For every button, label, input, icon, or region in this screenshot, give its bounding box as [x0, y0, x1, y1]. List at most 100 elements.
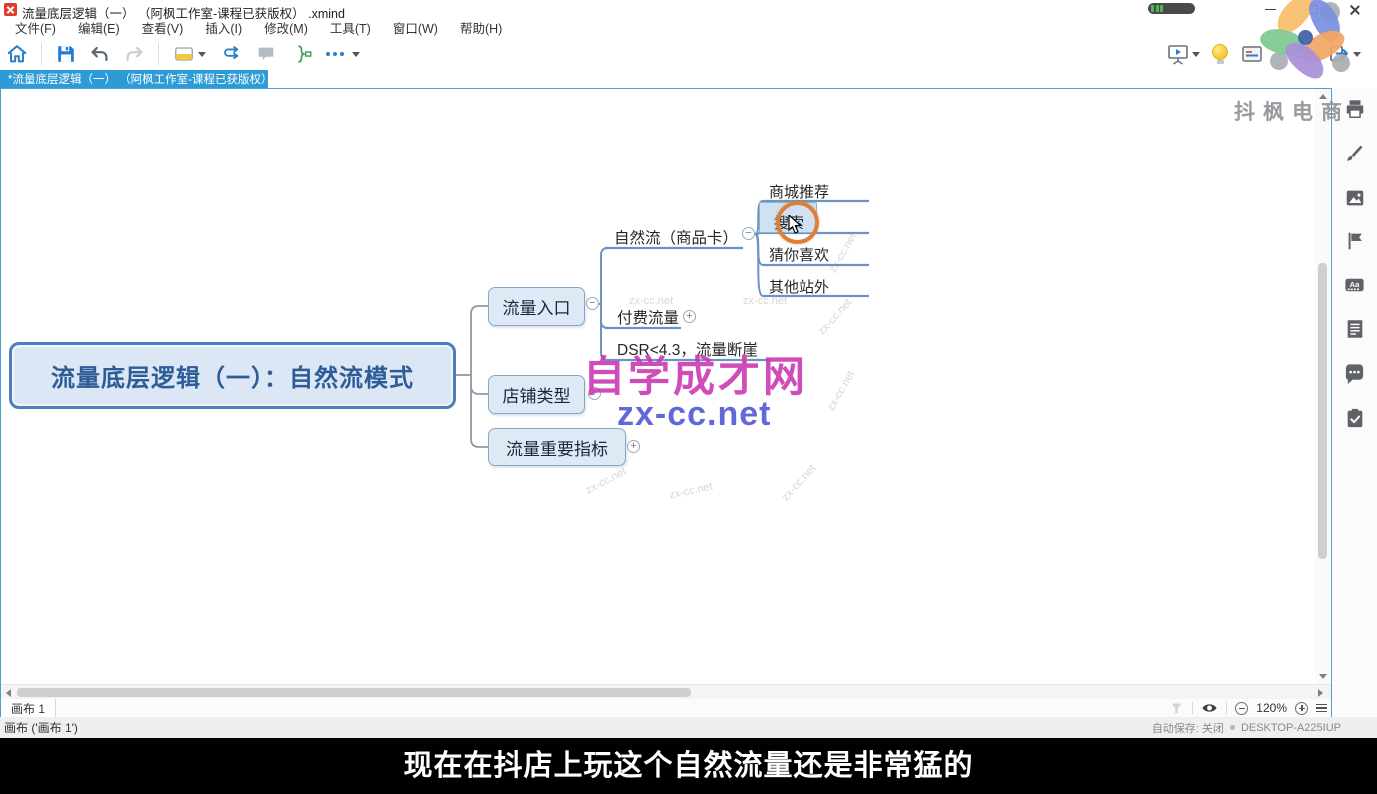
zoom-button[interactable]	[1285, 40, 1321, 68]
filter-icon[interactable]	[1169, 701, 1184, 716]
panel-button[interactable]	[1234, 40, 1270, 68]
chevron-down-icon[interactable]	[1192, 52, 1200, 57]
watermark-brand: 抖枫电商	[1234, 96, 1350, 126]
status-bar: 画布 ('画布 1') 自动保存: 关闭 DESKTOP-A225IUP	[0, 717, 1377, 738]
topic-shop-type[interactable]: 店铺类型	[488, 375, 585, 414]
close-button[interactable]	[1339, 0, 1371, 19]
summary-button[interactable]	[284, 40, 320, 68]
menu-insert[interactable]: 插入(I)	[194, 20, 253, 38]
collapse-toggle[interactable]: −	[586, 297, 599, 310]
autosave-status: 自动保存: 关闭	[1152, 720, 1224, 736]
active-document-tab[interactable]: *流量底层逻辑（一） （阿枫工作室-课程已获版权）	[0, 70, 268, 88]
central-topic[interactable]: 流量底层逻辑（一）：自然流模式	[9, 342, 456, 409]
subtitle-text: 现在在抖店上玩这个自然流量还是非常猛的	[403, 742, 973, 784]
collapse-toggle[interactable]: +	[627, 440, 640, 453]
marker-panel-button[interactable]	[1343, 229, 1366, 252]
minimize-button[interactable]	[1254, 0, 1286, 19]
image-icon	[1344, 187, 1366, 209]
menu-edit[interactable]: 编辑(E)	[67, 20, 131, 38]
paintbrush-icon	[1344, 142, 1366, 164]
svg-text:Aa: Aa	[1350, 280, 1361, 289]
watermark-small: zx-cc.net	[743, 295, 787, 307]
insert-topic-button[interactable]	[166, 40, 212, 68]
save-button[interactable]	[49, 40, 83, 68]
topic-traffic-metrics[interactable]: 流量重要指标	[488, 428, 626, 466]
topic-paid-traffic[interactable]: 付费流量	[617, 306, 679, 328]
sheet-tab-canvas1[interactable]: 画布 1	[1, 699, 56, 717]
topic-other-offsite[interactable]: 其他站外	[769, 276, 829, 297]
redo-icon	[123, 43, 145, 65]
tasks-panel-button[interactable]	[1343, 406, 1366, 429]
menu-help[interactable]: 帮助(H)	[449, 20, 513, 38]
chevron-down-icon[interactable]	[1353, 52, 1361, 57]
separator	[1192, 702, 1193, 714]
menu-modify[interactable]: 修改(M)	[253, 20, 319, 38]
share-button[interactable]	[1321, 40, 1367, 68]
comment-icon	[1343, 362, 1366, 385]
tab-label: *流量底层逻辑（一） （阿枫工作室-课程已获版权）	[8, 71, 273, 87]
zoom-out-button[interactable]	[1235, 702, 1248, 715]
image-panel-button[interactable]	[1343, 186, 1366, 209]
tips-button[interactable]	[1206, 40, 1234, 68]
home-icon	[6, 43, 28, 65]
battery-indicator	[1148, 3, 1195, 14]
vertical-scroll-thumb[interactable]	[1318, 263, 1327, 559]
topic-mall-recommend[interactable]: 商城推荐	[769, 181, 829, 202]
home-button[interactable]	[0, 40, 34, 68]
menu-tools[interactable]: 工具(T)	[319, 20, 382, 38]
chevron-down-icon[interactable]	[198, 52, 206, 57]
scroll-down-icon[interactable]	[1319, 674, 1327, 679]
label-aa-icon: Aa	[1343, 274, 1366, 297]
device-name: DESKTOP-A225IUP	[1241, 722, 1341, 734]
relationship-button[interactable]	[212, 40, 248, 68]
notes-panel-button[interactable]	[1343, 317, 1366, 340]
chevron-down-icon[interactable]	[352, 52, 360, 57]
zoom-menu-button[interactable]	[1316, 704, 1327, 713]
horizontal-scrollbar[interactable]	[1, 684, 1331, 699]
undo-button[interactable]	[83, 40, 117, 68]
toolbar-separator	[41, 43, 42, 65]
mindmap-canvas[interactable]: zx-cc.net zx-cc.net zx-cc.net zx-cc.net …	[1, 89, 1331, 684]
comments-panel-button[interactable]	[1343, 362, 1366, 385]
toolbar-separator	[1277, 43, 1278, 65]
summary-icon	[290, 43, 314, 65]
watermark-site-url: zx-cc.net	[617, 395, 772, 434]
presentation-button[interactable]	[1160, 40, 1206, 68]
topic-guess-you-like[interactable]: 猜你喜欢	[769, 244, 829, 265]
label-panel-button[interactable]: Aa	[1343, 274, 1366, 297]
callout-button[interactable]	[248, 40, 284, 68]
undo-icon	[89, 43, 111, 65]
menu-file[interactable]: 文件(F)	[4, 20, 67, 38]
collapse-toggle[interactable]: +	[683, 310, 696, 323]
topic-natural-flow[interactable]: 自然流（商品卡）	[614, 226, 738, 248]
scroll-right-icon[interactable]	[1318, 689, 1323, 697]
redo-button[interactable]	[117, 40, 151, 68]
panel-icon	[1240, 42, 1264, 66]
title-bar: 流量底层逻辑（一） （阿枫工作室-课程已获版权） .xmind	[0, 0, 1377, 20]
vertical-scrollbar[interactable]	[1315, 89, 1330, 684]
scroll-left-icon[interactable]	[6, 689, 11, 697]
magnifier-icon	[1291, 42, 1315, 66]
zoom-in-button[interactable]	[1295, 702, 1308, 715]
menu-window[interactable]: 窗口(W)	[382, 20, 449, 38]
eye-icon[interactable]	[1201, 701, 1218, 715]
menu-bar: 文件(F) 编辑(E) 查看(V) 插入(I) 修改(M) 工具(T) 窗口(W…	[0, 20, 1377, 38]
zoom-level: 120%	[1256, 701, 1287, 715]
status-sheet-info: 画布 ('画布 1')	[0, 719, 78, 736]
mouse-cursor-icon	[788, 215, 804, 235]
document-tab-bar: *流量底层逻辑（一） （阿枫工作室-课程已获版权）	[0, 70, 1377, 88]
maximize-button[interactable]	[1297, 0, 1329, 19]
more-tools-button[interactable]	[320, 40, 366, 68]
toolbar-right	[1160, 38, 1377, 70]
xmind-window: 流量底层逻辑（一） （阿枫工作室-课程已获版权） .xmind 文件(F) 编辑…	[0, 0, 1377, 794]
notes-icon	[1344, 318, 1366, 340]
lightbulb-icon	[1212, 44, 1228, 64]
relationship-icon	[218, 43, 242, 65]
clipboard-check-icon	[1344, 407, 1366, 429]
right-sidebar: Aa	[1332, 88, 1377, 717]
menu-view[interactable]: 查看(V)	[131, 20, 195, 38]
horizontal-scroll-thumb[interactable]	[17, 688, 691, 697]
topic-traffic-entry[interactable]: 流量入口	[488, 287, 585, 326]
collapse-toggle[interactable]: −	[742, 227, 755, 240]
format-panel-button[interactable]	[1343, 141, 1366, 164]
